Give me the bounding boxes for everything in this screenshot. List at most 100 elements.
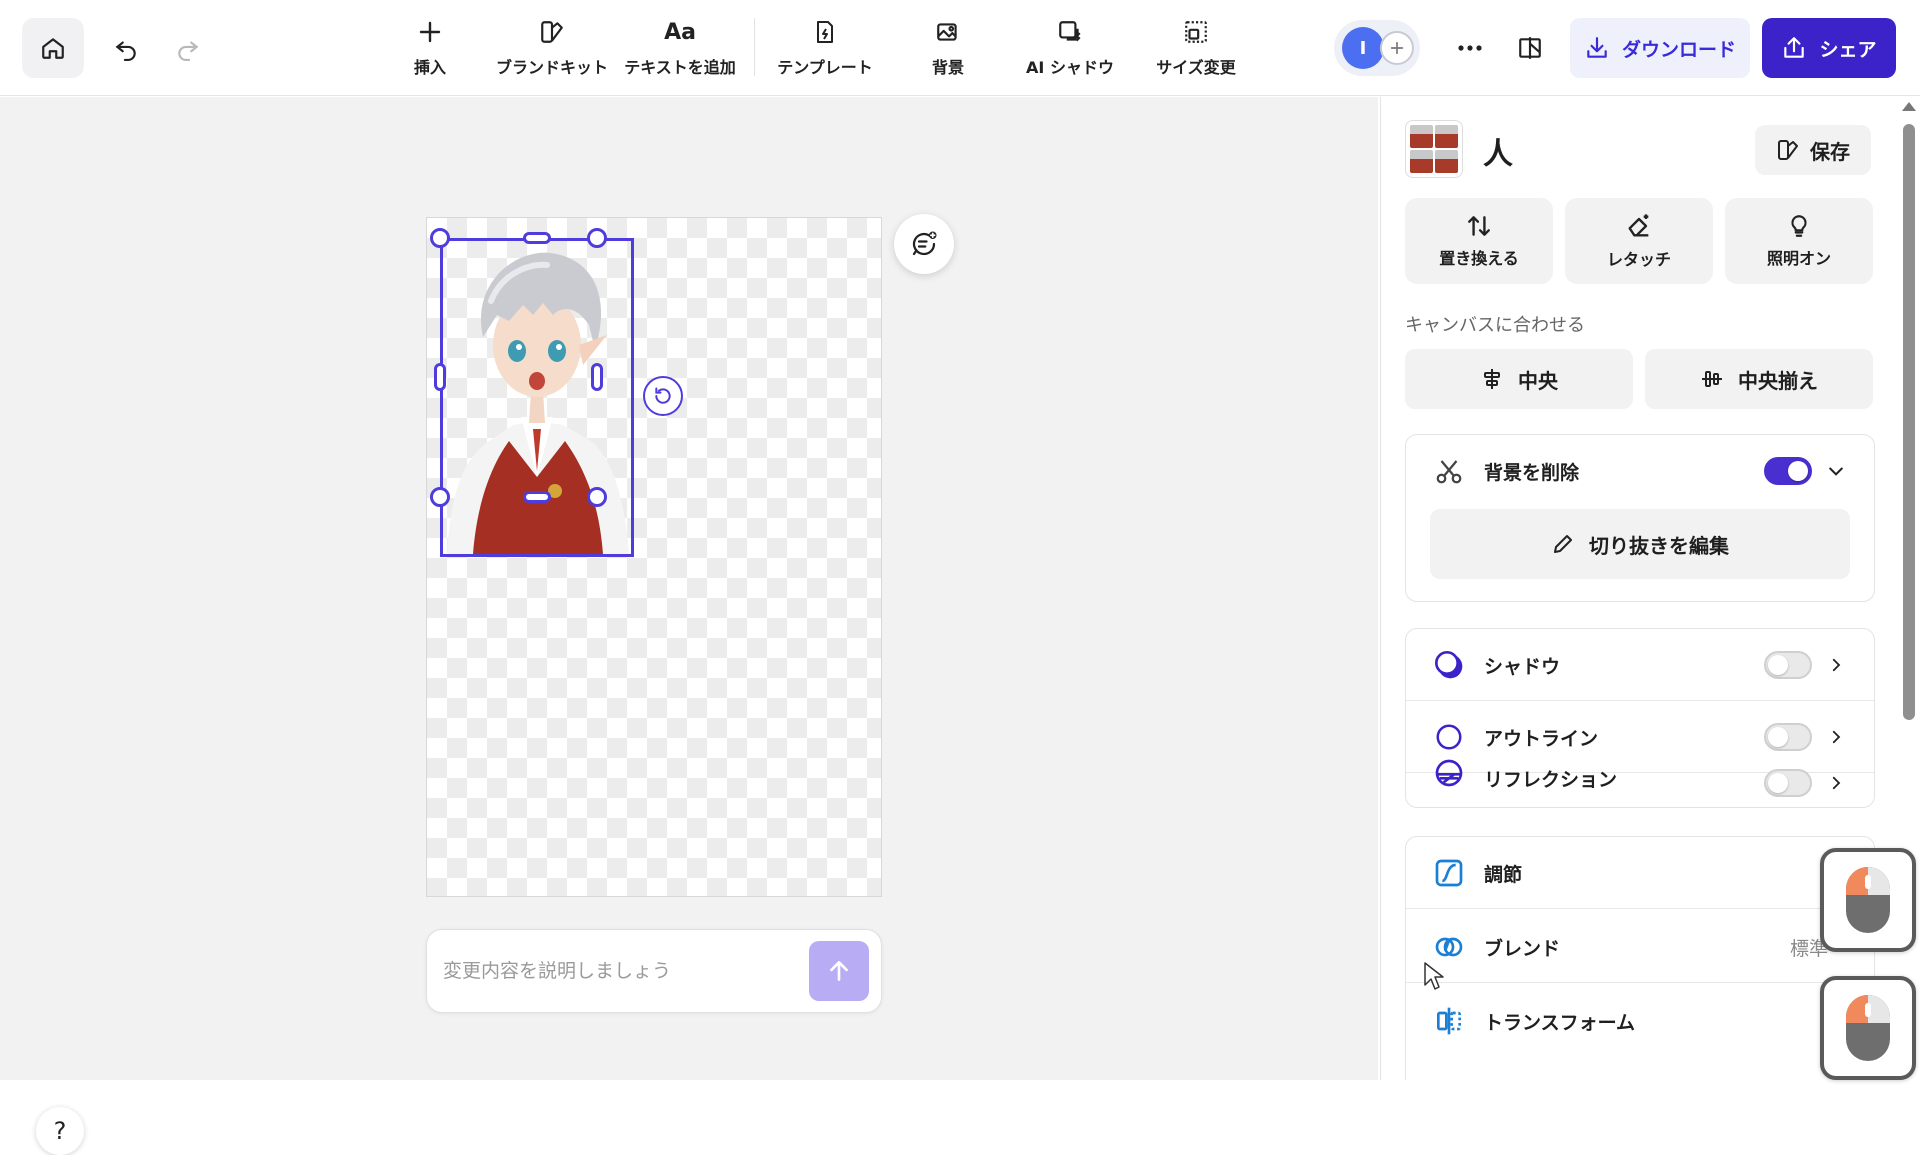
- chevron-down-icon: [1829, 467, 1843, 476]
- transform-label: トランスフォーム: [1484, 1011, 1636, 1034]
- shadow-icon: [1435, 651, 1463, 679]
- reflection-toggle[interactable]: [1764, 769, 1812, 797]
- settings-card: 調節 ブレンド 標準 トランスフォーム: [1405, 836, 1875, 1080]
- redo-button[interactable]: [166, 26, 210, 70]
- scroll-up-arrow[interactable]: [1902, 102, 1916, 111]
- send-prompt-button[interactable]: [809, 941, 869, 1001]
- resize-handle-right[interactable]: [591, 363, 603, 391]
- lighting-button[interactable]: 照明オン: [1725, 198, 1873, 284]
- transform-icon: [1437, 1007, 1461, 1035]
- undo-icon: [115, 41, 136, 61]
- center-button[interactable]: 中央: [1405, 349, 1633, 409]
- ai-shadow-tool[interactable]: AI シャドウ: [1026, 18, 1114, 78]
- add-text-label: テキストを追加: [624, 58, 736, 77]
- share-button[interactable]: シェア: [1762, 18, 1896, 78]
- add-text-tool[interactable]: Aa テキストを追加: [624, 18, 736, 78]
- insert-tool[interactable]: 挿入: [410, 18, 450, 78]
- edit-cutout-label: 切り抜きを編集: [1589, 533, 1729, 558]
- resize-handle-left[interactable]: [434, 363, 446, 391]
- remove-background-toggle[interactable]: [1764, 457, 1812, 485]
- resize-handle-bottom[interactable]: [523, 491, 551, 503]
- brand-kit-tool[interactable]: ブランドキット: [496, 18, 608, 78]
- reflection-expand[interactable]: [1826, 773, 1846, 793]
- background-tool[interactable]: 背景: [928, 18, 968, 78]
- retouch-button[interactable]: レタッチ: [1565, 198, 1713, 284]
- settings-row-transform[interactable]: トランスフォーム: [1406, 985, 1874, 1057]
- chevron-right-icon: [1832, 658, 1841, 672]
- undo-button[interactable]: [104, 26, 148, 70]
- background-icon: [937, 23, 957, 41]
- resize-handle-top-right[interactable]: [587, 228, 607, 248]
- blend-icon: [1435, 937, 1463, 957]
- center-align-label: 中央揃え: [1738, 368, 1818, 393]
- adjust-label: 調節: [1484, 863, 1523, 886]
- rotate-handle[interactable]: [643, 376, 683, 416]
- plus-icon: [419, 21, 441, 43]
- replace-button[interactable]: 置き換える: [1405, 198, 1553, 284]
- mouse-cursor-icon: [1424, 962, 1444, 990]
- rotate-icon: [655, 387, 671, 404]
- scrollbar-thumb[interactable]: [1903, 124, 1915, 720]
- mouse-click-indicator: [1820, 848, 1916, 952]
- outline-icon: [1436, 724, 1462, 750]
- mouse-click-indicator: [1820, 976, 1916, 1080]
- effect-row-shadow[interactable]: シャドウ: [1406, 629, 1874, 701]
- artboard[interactable]: [426, 217, 882, 897]
- top-toolbar: 挿入 ブランドキット Aa テキストを追加 テンプレート 背景 AI シャドウ …: [0, 0, 1920, 96]
- shadow-expand[interactable]: [1826, 655, 1846, 675]
- help-button[interactable]: ?: [36, 1107, 84, 1155]
- resize-icon: [1185, 21, 1207, 43]
- center-label: 中央: [1518, 368, 1558, 393]
- effects-card: シャドウ アウトライン リフレクション: [1405, 628, 1875, 808]
- download-button[interactable]: ダウンロード: [1570, 18, 1750, 78]
- insert-label: 挿入: [413, 58, 446, 77]
- chat-add-icon: [912, 231, 937, 256]
- save-button[interactable]: 保存: [1755, 125, 1871, 175]
- settings-row-adjust[interactable]: 調節: [1406, 837, 1874, 909]
- ai-chat-button[interactable]: [894, 214, 954, 274]
- add-collaborator-button[interactable]: [1380, 31, 1414, 65]
- expand-button[interactable]: [1826, 461, 1846, 481]
- download-label: ダウンロード: [1621, 38, 1736, 61]
- save-label: 保存: [1810, 139, 1850, 164]
- layer-thumbnail: [1405, 120, 1463, 178]
- download-icon: [1587, 37, 1607, 58]
- home-icon: [42, 38, 64, 59]
- ai-shadow-icon: [1059, 21, 1081, 42]
- edit-cutout-button[interactable]: 切り抜きを編集: [1430, 509, 1850, 579]
- fit-to-canvas-label: キャンバスに合わせる: [1405, 315, 1585, 336]
- shadow-toggle[interactable]: [1764, 651, 1812, 679]
- outline-toggle[interactable]: [1764, 723, 1812, 751]
- compare-button[interactable]: [1508, 26, 1552, 70]
- selection-box[interactable]: [440, 238, 634, 557]
- template-icon: [817, 21, 833, 43]
- ai-shadow-label: AI シャドウ: [1026, 58, 1114, 77]
- align-middle-icon: [1702, 371, 1722, 387]
- resize-handle-top[interactable]: [523, 232, 551, 244]
- effect-row-reflection[interactable]: リフレクション: [1406, 759, 1874, 809]
- scissors-icon: [1436, 460, 1462, 484]
- resize-handle-bottom-right[interactable]: [587, 487, 607, 507]
- resize-handle-bottom-left[interactable]: [430, 487, 450, 507]
- swap-icon: [1468, 216, 1490, 236]
- more-button[interactable]: [1448, 26, 1492, 70]
- center-align-button[interactable]: 中央揃え: [1645, 349, 1873, 409]
- template-tool[interactable]: テンプレート: [777, 18, 873, 78]
- resize-handle-top-left[interactable]: [430, 228, 450, 248]
- remove-background-card: 背景を削除 切り抜きを編集: [1405, 434, 1875, 602]
- chevron-right-icon: [1832, 776, 1841, 790]
- chevron-right-icon: [1832, 730, 1841, 744]
- settings-row-blend[interactable]: ブレンド 標準: [1406, 911, 1874, 983]
- avatar[interactable]: I: [1342, 27, 1384, 69]
- arrow-up-icon: [830, 961, 848, 981]
- home-button[interactable]: [22, 18, 84, 78]
- remove-background-label: 背景を削除: [1484, 461, 1580, 484]
- mouse-icon: [1846, 867, 1890, 933]
- canvas-area: ?: [0, 97, 1378, 1155]
- effect-row-outline[interactable]: アウトライン: [1406, 701, 1874, 773]
- retouch-label: レタッチ: [1606, 250, 1671, 269]
- resize-tool[interactable]: サイズ変更: [1154, 18, 1238, 78]
- outline-expand[interactable]: [1826, 727, 1846, 747]
- brand-kit-label: ブランドキット: [496, 58, 609, 77]
- prompt-input[interactable]: [443, 950, 803, 992]
